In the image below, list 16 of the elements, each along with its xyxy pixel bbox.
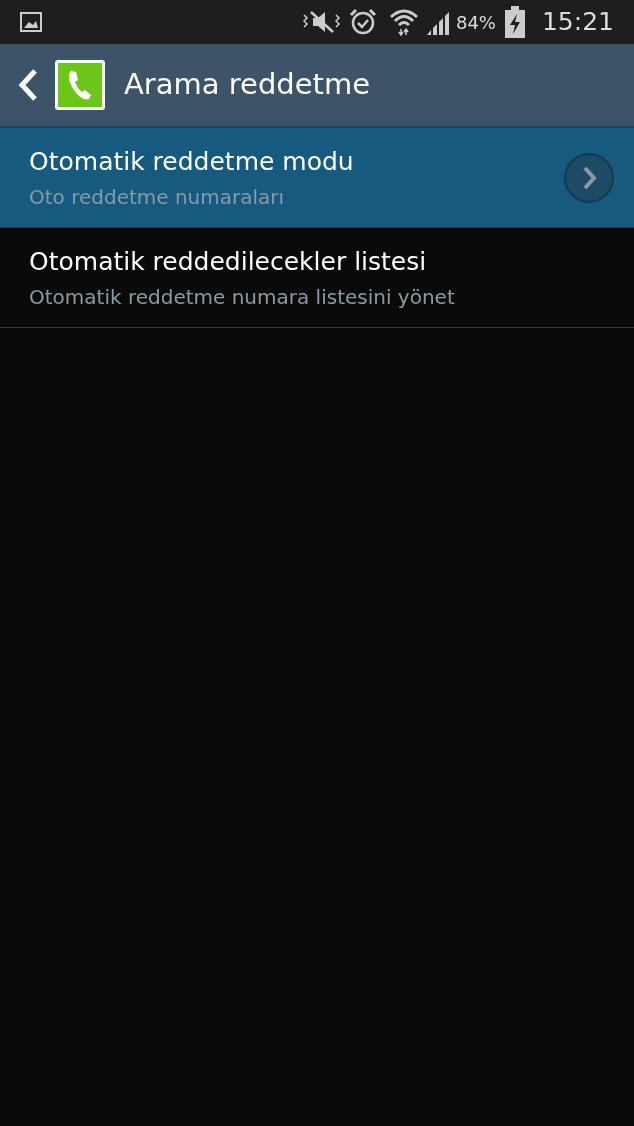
chevron-icon[interactable]	[563, 151, 615, 204]
image-icon	[20, 12, 42, 32]
item-subtitle: Otomatik reddetme numara listesini yönet	[29, 283, 456, 310]
item-title: Otomatik reddedilecekler listesi	[29, 245, 428, 278]
item-title: Otomatik reddetme modu	[29, 145, 355, 178]
clock-time: 15:21	[541, 6, 614, 39]
screen-title: Arama reddetme	[124, 66, 371, 104]
mute-icon	[300, 9, 341, 35]
alarm-icon	[348, 8, 377, 36]
phone-app-icon	[54, 59, 106, 111]
wifi-icon	[388, 8, 419, 36]
item-subtitle: Oto reddetme numaraları	[29, 183, 286, 210]
back-icon	[18, 68, 38, 102]
battery-charging-icon	[503, 6, 526, 38]
settings-item[interactable]: Otomatik reddetme modu Oto reddetme numaraları	[0, 128, 634, 228]
battery-percent: 84%	[455, 10, 496, 35]
